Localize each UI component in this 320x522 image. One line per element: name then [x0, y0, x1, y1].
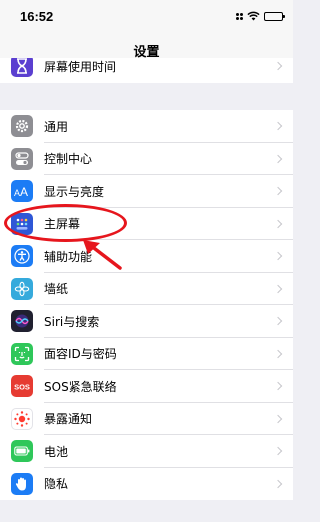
chevron-right-icon [273, 122, 283, 131]
settings-group-main: 通用 控制中心 AA 显示与亮度 主屏幕 辅助功能 墙纸 Siri与搜索 面容I… [0, 110, 293, 500]
text-size-icon: AA [11, 180, 33, 203]
sos-icon: SOS [11, 375, 33, 398]
settings-item-siri-search[interactable]: Siri与搜索 [0, 305, 293, 338]
settings-item-label: Siri与搜索 [44, 314, 100, 329]
settings-item-privacy[interactable]: 隐私 [0, 468, 293, 501]
settings-item-wallpaper[interactable]: 墙纸 [0, 273, 293, 305]
settings-group-screen-time: 屏幕使用时间 [0, 58, 293, 83]
settings-item-label: 暴露通知 [44, 412, 93, 427]
settings-item-label: 控制中心 [44, 152, 93, 167]
chevron-right-icon [273, 349, 283, 358]
accessibility-icon [11, 245, 33, 268]
settings-item-label: 显示与亮度 [44, 184, 105, 199]
flower-icon [11, 277, 33, 300]
settings-item-label: 屏幕使用时间 [44, 59, 117, 74]
wifi-icon [247, 11, 260, 21]
svg-text:A: A [20, 185, 28, 197]
chevron-right-icon [273, 284, 283, 293]
cellular-signal-icon [236, 12, 243, 20]
settings-item-label: 通用 [44, 119, 69, 134]
settings-item-label: 电池 [44, 444, 69, 459]
status-time: 16:52 [20, 9, 54, 24]
chevron-right-icon [273, 154, 283, 163]
toggles-icon [11, 147, 33, 170]
hourglass-icon [11, 58, 33, 78]
settings-item-battery[interactable]: 电池 [0, 435, 293, 468]
chevron-right-icon [273, 447, 283, 456]
chevron-right-icon [273, 317, 283, 326]
app-grid-icon [11, 212, 33, 235]
settings-item-emergency-sos[interactable]: SOS SOS紧急联络 [0, 370, 293, 403]
settings-item-label: 隐私 [44, 477, 69, 492]
settings-item-label: SOS紧急联络 [44, 379, 117, 394]
settings-item-label: 墙纸 [44, 282, 69, 297]
svg-text:SOS: SOS [14, 383, 30, 392]
chevron-right-icon [273, 219, 283, 228]
settings-item-label: 面容ID与密码 [44, 347, 117, 362]
battery-status-icon [264, 11, 285, 21]
chevron-right-icon [273, 479, 283, 488]
chevron-right-icon [273, 382, 283, 391]
battery-icon [11, 440, 33, 463]
status-icons [236, 11, 285, 21]
siri-icon [11, 310, 33, 333]
settings-item-face-id-passcode[interactable]: 面容ID与密码 [0, 338, 293, 370]
hand-icon [11, 472, 33, 495]
settings-item-general[interactable]: 通用 [0, 110, 293, 143]
chevron-right-icon [273, 62, 283, 71]
gear-icon [11, 115, 33, 138]
settings-item-label: 辅助功能 [44, 249, 93, 264]
chevron-right-icon [273, 187, 283, 196]
exposure-icon [11, 407, 33, 430]
settings-item-home-screen[interactable]: 主屏幕 [0, 208, 293, 240]
chevron-right-icon [273, 252, 283, 261]
face-id-icon [11, 342, 33, 365]
settings-item-label: 主屏幕 [44, 217, 81, 232]
settings-item-display-brightness[interactable]: AA 显示与亮度 [0, 175, 293, 208]
settings-item-accessibility[interactable]: 辅助功能 [0, 240, 293, 273]
bottom-safe-area [0, 512, 293, 522]
settings-item-control-center[interactable]: 控制中心 [0, 143, 293, 175]
status-bar: 16:52 [0, 0, 293, 32]
chevron-right-icon [273, 414, 283, 423]
settings-item-screen-time[interactable]: 屏幕使用时间 [0, 58, 293, 83]
settings-item-exposure-notifications[interactable]: 暴露通知 [0, 403, 293, 435]
